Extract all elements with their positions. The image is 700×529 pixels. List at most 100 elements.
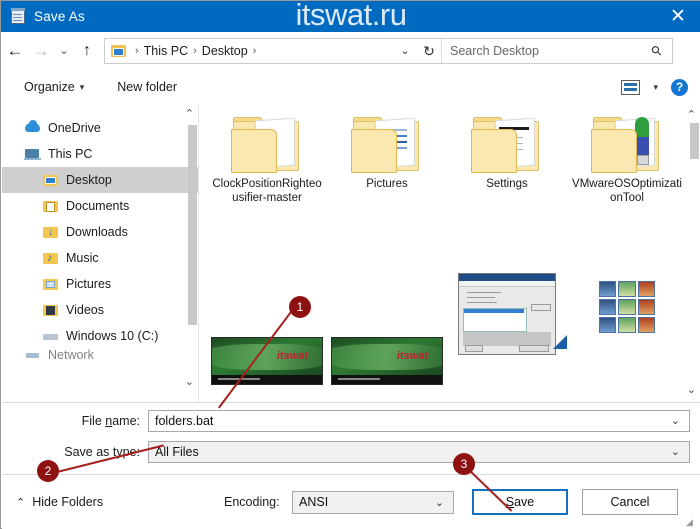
sidebar-item-downloads[interactable]: ↓ Downloads [2,219,198,245]
breadcrumb-separator: › [193,44,197,57]
hide-folders-button[interactable]: ⌃ Hide Folders [16,495,103,509]
notepad-icon [10,8,27,25]
breadcrumb-separator: › [252,44,257,57]
list-item[interactable] [447,265,567,393]
folder-name: VMwareOSOptimizationTool [572,178,682,204]
sidebar-item-label: Downloads [66,225,128,239]
sidebar-item-label: Documents [66,199,130,213]
list-item[interactable]: Pictures [327,115,447,205]
scroll-up-icon[interactable]: ⌃ [185,107,194,120]
drive-icon [42,328,60,344]
sidebar-item-label: Videos [66,303,104,317]
breadcrumb-separator: › [135,44,139,57]
chevron-down-icon[interactable]: ▾ [653,82,658,93]
encoding-select[interactable]: ANSI ⌄ [292,490,454,514]
chevron-down-icon[interactable]: ⌄ [435,496,444,509]
cloud-icon [24,120,42,136]
filename-field[interactable]: folders.bat ⌄ [148,409,690,432]
folder-icon [231,115,303,173]
save-as-dialog: Save As itswat.ru ✕ ← → ⌄ ↑ › This PC › … [0,0,700,529]
downloads-folder-icon: ↓ [42,224,60,240]
documents-folder-icon [42,198,60,214]
sidebar-item-label: Network [48,349,94,361]
chevron-down-icon: ▾ [79,81,85,92]
forward-icon: → [32,40,50,60]
search-icon: ⚲ [648,41,666,59]
view-mode-icon[interactable] [621,79,640,95]
resize-grip[interactable]: ◢ [686,517,696,527]
close-icon[interactable]: ✕ [655,1,700,32]
sidebar-item-this-pc[interactable]: This PC [2,141,198,167]
sidebar-item-onedrive[interactable]: OneDrive [2,115,198,141]
organize-button[interactable]: Organize ▾ [24,80,84,94]
sidebar-item-videos[interactable]: Videos [2,297,198,323]
breadcrumb[interactable]: › This PC › Desktop › ⌄ ↻ [104,37,442,64]
annotation-marker-3: 3 [453,453,475,475]
encoding-value: ANSI [299,495,329,509]
filetype-field[interactable]: All Files ⌄ [148,440,690,463]
cancel-button[interactable]: Cancel [582,489,678,515]
up-icon[interactable]: ↑ [74,42,100,60]
music-folder-icon: ♪ [42,250,60,266]
sidebar-item-label: OneDrive [48,121,101,135]
icon-grid-thumbnail [599,281,655,333]
sidebar-item-desktop[interactable]: Desktop [2,167,198,193]
help-icon[interactable]: ? [671,78,688,96]
app-window-thumbnail [458,273,556,355]
chevron-down-icon[interactable]: ⌄ [671,414,680,427]
folder-name: ClockPositionRighteousifier-master [212,178,322,204]
search-input[interactable]: Search Desktop ⚲ [442,37,673,64]
list-item[interactable]: itswat [327,265,447,385]
filename-value: folders.bat [155,413,214,428]
content-scrollbar[interactable] [690,123,699,159]
pictures-folder-icon [42,276,60,292]
site-watermark: itswat.ru [295,0,407,32]
folder-icon [471,115,543,173]
sidebar-item-label: Windows 10 (C:) [66,329,159,343]
file-list-pane[interactable]: ⌃ ⌄ ClockPositionRighteousifier-master P… [199,105,700,402]
breadcrumb-item-desktop[interactable]: Desktop [202,44,248,58]
save-button[interactable]: Save [472,489,568,515]
scroll-up-icon[interactable]: ⌃ [687,108,696,121]
list-item[interactable]: itswat [207,265,327,385]
list-item[interactable]: VMwareOSOptimizationTool [567,115,687,205]
folder-name: Settings [486,178,528,190]
sidebar-item-windows-c[interactable]: Windows 10 (C:) [2,323,198,349]
sidebar-item-music[interactable]: ♪ Music [2,245,198,271]
hide-folders-label: Hide Folders [32,495,104,509]
chevron-up-icon: ⌃ [16,496,26,509]
new-folder-button[interactable]: New folder [117,80,177,94]
breadcrumb-item-this-pc[interactable]: This PC [144,44,188,58]
list-item[interactable]: ClockPositionRighteousifier-master [207,115,327,205]
chevron-down-icon[interactable]: ⌄ [671,445,680,458]
organize-label: Organize [24,80,75,94]
sidebar-item-label: Music [66,251,99,265]
scroll-down-icon[interactable]: ⌄ [185,375,194,388]
folder-name: Pictures [366,178,408,190]
computer-icon [24,146,42,162]
title-bar: Save As itswat.ru ✕ [1,0,700,32]
back-icon[interactable]: ← [2,41,28,61]
list-item[interactable] [553,265,687,401]
sidebar-item-label: Pictures [66,277,112,291]
sidebar-item-documents[interactable]: Documents [2,193,198,219]
thumbnail-row: itswat itswat [207,265,687,401]
chevron-down-icon[interactable]: ⌄ [393,44,417,57]
image-thumbnail: itswat [331,337,443,385]
sidebar-scrollbar[interactable] [188,125,197,325]
form-area: File name: folders.bat ⌄ Save as type: A… [2,402,700,475]
list-item[interactable]: Settings [447,115,567,205]
folder-icon [591,115,663,173]
sidebar-item-pictures[interactable]: Pictures [2,271,198,297]
dialog-body: ⌃ OneDrive This PC Desktop Documents ↓ D… [2,105,700,402]
scroll-down-icon[interactable]: ⌄ [687,383,696,396]
desktop-folder-icon [42,172,60,188]
dialog-footer: ⌃ Hide Folders Encoding: ANSI ⌄ Save Can… [2,474,700,529]
recent-locations-icon[interactable]: ⌄ [54,44,74,57]
annotation-marker-1: 1 [289,296,311,318]
sidebar-item-network[interactable]: Network [2,349,198,361]
videos-folder-icon [42,302,60,318]
search-placeholder: Search Desktop [450,43,539,58]
refresh-icon[interactable]: ↻ [417,38,442,63]
filetype-label: Save as type: [64,444,140,459]
